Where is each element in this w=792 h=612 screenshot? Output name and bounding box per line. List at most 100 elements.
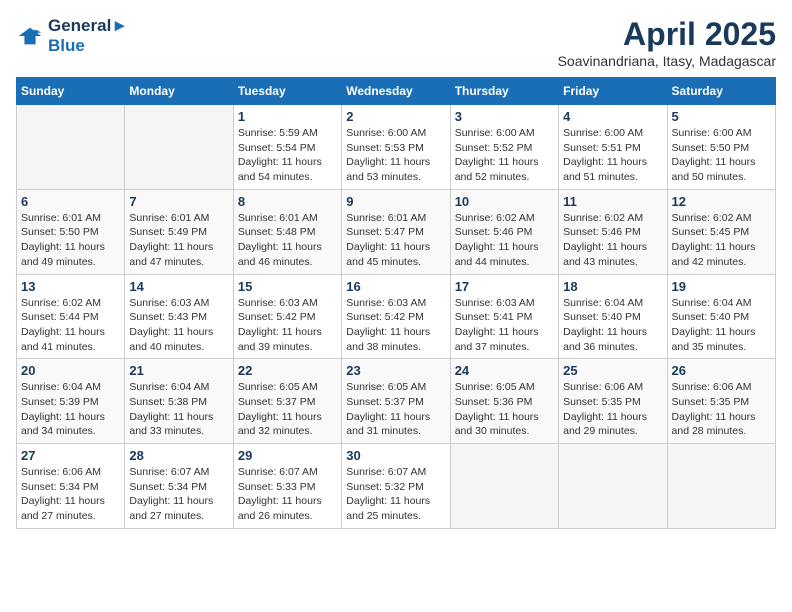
day-number: 22	[238, 363, 337, 378]
day-info: Sunrise: 6:07 AM Sunset: 5:32 PM Dayligh…	[346, 465, 445, 524]
calendar-cell: 13 Sunrise: 6:02 AM Sunset: 5:44 PM Dayli…	[17, 274, 125, 359]
calendar-cell: 14Sunrise: 6:03 AM Sunset: 5:43 PM Dayli…	[125, 274, 233, 359]
day-info: Sunrise: 5:59 AM Sunset: 5:54 PM Dayligh…	[238, 126, 337, 185]
day-number: 16	[346, 279, 445, 294]
day-info: Sunrise: 6:07 AM Sunset: 5:34 PM Dayligh…	[129, 465, 228, 524]
day-number: 10	[455, 194, 554, 209]
calendar-cell	[559, 444, 667, 529]
column-header-tuesday: Tuesday	[233, 78, 341, 105]
calendar-week-row: 6 Sunrise: 6:01 AM Sunset: 5:50 PM Daylig…	[17, 189, 776, 274]
day-info: Sunrise: 6:03 AM Sunset: 5:42 PM Dayligh…	[238, 296, 337, 355]
day-number: 30	[346, 448, 445, 463]
calendar-cell: 22 Sunrise: 6:05 AM Sunset: 5:37 PM Dayli…	[233, 359, 341, 444]
day-info: Sunrise: 6:00 AM Sunset: 5:53 PM Dayligh…	[346, 126, 445, 185]
calendar-week-row: 13 Sunrise: 6:02 AM Sunset: 5:44 PM Dayli…	[17, 274, 776, 359]
day-info: Sunrise: 6:05 AM Sunset: 5:36 PM Dayligh…	[455, 380, 554, 439]
calendar-cell: 25 Sunrise: 6:06 AM Sunset: 5:35 PM Dayli…	[559, 359, 667, 444]
day-info: Sunrise: 6:06 AM Sunset: 5:35 PM Dayligh…	[563, 380, 662, 439]
day-info: Sunrise: 6:06 AM Sunset: 5:35 PM Dayligh…	[672, 380, 771, 439]
day-info: Sunrise: 6:05 AM Sunset: 5:37 PM Dayligh…	[238, 380, 337, 439]
day-number: 2	[346, 109, 445, 124]
day-number: 26	[672, 363, 771, 378]
day-info: Sunrise: 6:04 AM Sunset: 5:38 PM Dayligh…	[129, 380, 228, 439]
calendar-table: SundayMondayTuesdayWednesdayThursdayFrid…	[16, 77, 776, 529]
day-info: Sunrise: 6:02 AM Sunset: 5:46 PM Dayligh…	[455, 211, 554, 270]
day-number: 14	[129, 279, 228, 294]
calendar-week-row: 1 Sunrise: 5:59 AM Sunset: 5:54 PM Daylig…	[17, 105, 776, 190]
day-info: Sunrise: 6:02 AM Sunset: 5:44 PM Dayligh…	[21, 296, 120, 355]
day-number: 15	[238, 279, 337, 294]
calendar-cell: 30 Sunrise: 6:07 AM Sunset: 5:32 PM Dayli…	[342, 444, 450, 529]
calendar-cell	[17, 105, 125, 190]
column-header-saturday: Saturday	[667, 78, 775, 105]
day-number: 11	[563, 194, 662, 209]
day-number: 9	[346, 194, 445, 209]
day-number: 13	[21, 279, 120, 294]
day-number: 20	[21, 363, 120, 378]
day-number: 3	[455, 109, 554, 124]
calendar-cell: 8Sunrise: 6:01 AM Sunset: 5:48 PM Daylig…	[233, 189, 341, 274]
calendar-cell: 5 Sunrise: 6:00 AM Sunset: 5:50 PM Daylig…	[667, 105, 775, 190]
day-info: Sunrise: 6:00 AM Sunset: 5:50 PM Dayligh…	[672, 126, 771, 185]
day-number: 12	[672, 194, 771, 209]
calendar-cell: 12 Sunrise: 6:02 AM Sunset: 5:45 PM Dayli…	[667, 189, 775, 274]
day-number: 6	[21, 194, 120, 209]
calendar-week-row: 20 Sunrise: 6:04 AM Sunset: 5:39 PM Dayli…	[17, 359, 776, 444]
page-header: General► Blue April 2025 Soavinandriana,…	[16, 16, 776, 69]
day-info: Sunrise: 6:02 AM Sunset: 5:46 PM Dayligh…	[563, 211, 662, 270]
column-header-sunday: Sunday	[17, 78, 125, 105]
day-info: Sunrise: 6:01 AM Sunset: 5:49 PM Dayligh…	[129, 211, 228, 270]
day-info: Sunrise: 6:00 AM Sunset: 5:52 PM Dayligh…	[455, 126, 554, 185]
title-block: April 2025 Soavinandriana, Itasy, Madaga…	[558, 16, 776, 69]
calendar-cell: 20 Sunrise: 6:04 AM Sunset: 5:39 PM Dayli…	[17, 359, 125, 444]
calendar-cell: 4 Sunrise: 6:00 AM Sunset: 5:51 PM Daylig…	[559, 105, 667, 190]
day-number: 25	[563, 363, 662, 378]
day-number: 17	[455, 279, 554, 294]
day-info: Sunrise: 6:04 AM Sunset: 5:39 PM Dayligh…	[21, 380, 120, 439]
calendar-cell: 10 Sunrise: 6:02 AM Sunset: 5:46 PM Dayli…	[450, 189, 558, 274]
day-info: Sunrise: 6:01 AM Sunset: 5:50 PM Dayligh…	[21, 211, 120, 270]
calendar-cell: 6 Sunrise: 6:01 AM Sunset: 5:50 PM Daylig…	[17, 189, 125, 274]
day-info: Sunrise: 6:03 AM Sunset: 5:42 PM Dayligh…	[346, 296, 445, 355]
logo-text: General► Blue	[48, 16, 128, 56]
calendar-cell: 11 Sunrise: 6:02 AM Sunset: 5:46 PM Dayli…	[559, 189, 667, 274]
day-number: 21	[129, 363, 228, 378]
day-number: 7	[129, 194, 228, 209]
month-title: April 2025	[558, 16, 776, 53]
calendar-cell: 16 Sunrise: 6:03 AM Sunset: 5:42 PM Dayli…	[342, 274, 450, 359]
calendar-cell	[125, 105, 233, 190]
column-header-wednesday: Wednesday	[342, 78, 450, 105]
calendar-cell	[667, 444, 775, 529]
logo: General► Blue	[16, 16, 128, 56]
day-number: 24	[455, 363, 554, 378]
day-number: 19	[672, 279, 771, 294]
calendar-cell: 24 Sunrise: 6:05 AM Sunset: 5:36 PM Dayli…	[450, 359, 558, 444]
calendar-cell: 23Sunrise: 6:05 AM Sunset: 5:37 PM Dayli…	[342, 359, 450, 444]
day-info: Sunrise: 6:07 AM Sunset: 5:33 PM Dayligh…	[238, 465, 337, 524]
calendar-cell: 26 Sunrise: 6:06 AM Sunset: 5:35 PM Dayli…	[667, 359, 775, 444]
calendar-cell: 29 Sunrise: 6:07 AM Sunset: 5:33 PM Dayli…	[233, 444, 341, 529]
column-header-monday: Monday	[125, 78, 233, 105]
day-number: 23	[346, 363, 445, 378]
calendar-cell: 19Sunrise: 6:04 AM Sunset: 5:40 PM Dayli…	[667, 274, 775, 359]
calendar-cell: 7 Sunrise: 6:01 AM Sunset: 5:49 PM Daylig…	[125, 189, 233, 274]
calendar-cell: 1 Sunrise: 5:59 AM Sunset: 5:54 PM Daylig…	[233, 105, 341, 190]
calendar-cell: 28 Sunrise: 6:07 AM Sunset: 5:34 PM Dayli…	[125, 444, 233, 529]
day-number: 29	[238, 448, 337, 463]
day-number: 1	[238, 109, 337, 124]
column-header-friday: Friday	[559, 78, 667, 105]
day-number: 5	[672, 109, 771, 124]
day-info: Sunrise: 6:01 AM Sunset: 5:48 PM Dayligh…	[238, 211, 337, 270]
day-info: Sunrise: 6:00 AM Sunset: 5:51 PM Dayligh…	[563, 126, 662, 185]
logo-icon	[16, 22, 44, 50]
day-number: 27	[21, 448, 120, 463]
day-info: Sunrise: 6:04 AM Sunset: 5:40 PM Dayligh…	[563, 296, 662, 355]
day-number: 4	[563, 109, 662, 124]
calendar-cell: 15 Sunrise: 6:03 AM Sunset: 5:42 PM Dayli…	[233, 274, 341, 359]
calendar-cell: 21 Sunrise: 6:04 AM Sunset: 5:38 PM Dayli…	[125, 359, 233, 444]
calendar-cell: 2 Sunrise: 6:00 AM Sunset: 5:53 PM Daylig…	[342, 105, 450, 190]
day-number: 28	[129, 448, 228, 463]
calendar-cell: 9Sunrise: 6:01 AM Sunset: 5:47 PM Daylig…	[342, 189, 450, 274]
day-info: Sunrise: 6:06 AM Sunset: 5:34 PM Dayligh…	[21, 465, 120, 524]
day-info: Sunrise: 6:02 AM Sunset: 5:45 PM Dayligh…	[672, 211, 771, 270]
